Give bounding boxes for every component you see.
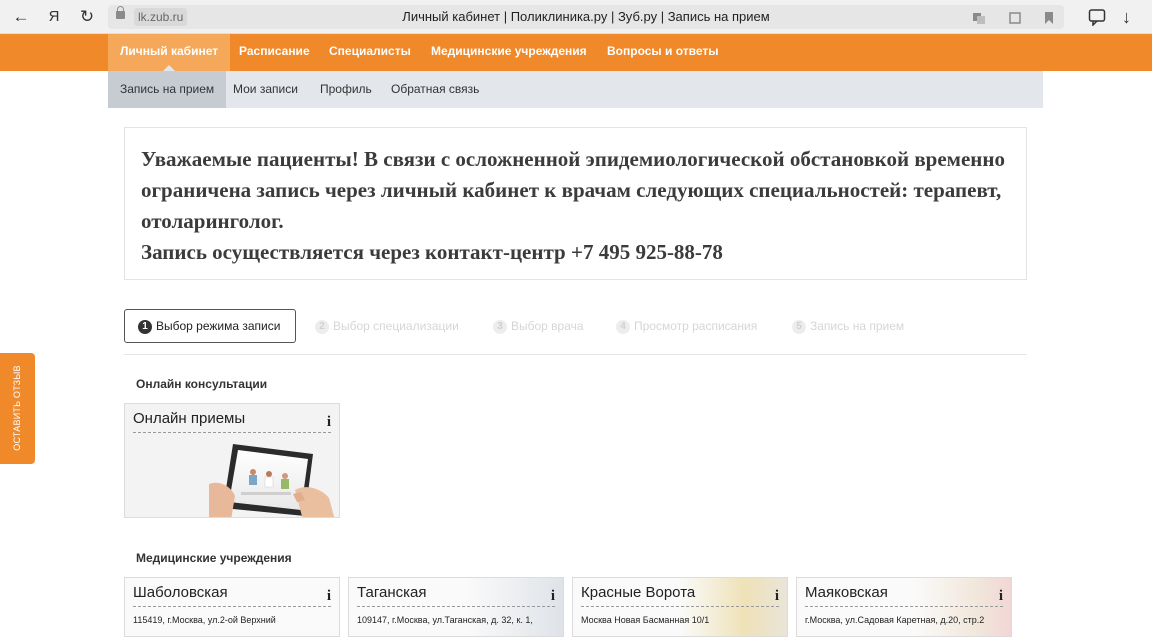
clinic-name: Красные Ворота xyxy=(581,584,779,607)
clinic-name: Таганская xyxy=(357,584,555,607)
info-icon[interactable]: i xyxy=(999,588,1003,605)
step-number: 5 xyxy=(792,319,806,334)
notice-contact: Запись осуществляется через контакт-цент… xyxy=(141,240,723,264)
step-label: Выбор специализации xyxy=(333,319,459,333)
step-number: 3 xyxy=(493,319,507,334)
address-bar[interactable]: lk.zub.ru Личный кабинет | Поликлиника.р… xyxy=(108,5,1064,29)
section-title-institutions: Медицинские учреждения xyxy=(136,551,292,565)
nav-schedule[interactable]: Расписание xyxy=(239,34,310,71)
online-appointments-tile[interactable]: Онлайн приемы i xyxy=(124,403,340,518)
tablet-illustration xyxy=(209,444,335,517)
main-nav: Личный кабинет Расписание Специалисты Ме… xyxy=(0,34,1152,71)
clinic-tile[interactable]: Красные Ворота i Москва Новая Басманная … xyxy=(572,577,788,637)
tab-profile[interactable]: Профиль xyxy=(320,71,372,108)
step-label: Выбор режима записи xyxy=(156,319,281,333)
step-doctor: 3 Выбор врача xyxy=(493,318,584,334)
nav-specialists[interactable]: Специалисты xyxy=(329,34,411,71)
steps-divider xyxy=(124,354,1027,355)
clinic-address: 115419, г.Москва, ул.2-ой Верхний xyxy=(133,615,276,625)
clinic-address: Москва Новая Басманная 10/1 xyxy=(581,615,710,625)
step-number: 2 xyxy=(315,319,329,334)
clinic-name: Шаболовская xyxy=(133,584,331,607)
clinic-tile[interactable]: Шаболовская i 115419, г.Москва, ул.2-ой … xyxy=(124,577,340,637)
step-schedule: 4 Просмотр расписания xyxy=(616,318,757,334)
yandex-icon[interactable]: Я xyxy=(43,5,65,29)
translate-icon[interactable] xyxy=(973,12,986,24)
step-label: Выбор врача xyxy=(511,319,584,333)
sub-nav: Запись на прием Мои записи Профиль Обрат… xyxy=(108,71,1043,108)
page-title: Личный кабинет | Поликлиника.ру | Зуб.ру… xyxy=(402,9,770,24)
download-icon[interactable]: ↓ xyxy=(1122,5,1131,29)
step-label: Просмотр расписания xyxy=(634,319,758,333)
info-icon[interactable]: i xyxy=(327,414,331,431)
nav-medical-institutions[interactable]: Медицинские учреждения xyxy=(431,34,587,71)
step-specialization: 2 Выбор специализации xyxy=(315,318,459,334)
bookmark-icon[interactable] xyxy=(1044,11,1054,24)
reader-icon[interactable] xyxy=(1008,12,1021,24)
section-title-online: Онлайн консультации xyxy=(136,377,268,391)
clinic-address: 109147, г.Москва, ул.Таганская, д. 32, к… xyxy=(357,615,533,625)
step-number: 4 xyxy=(616,319,630,334)
step-booking: 5 Запись на прием xyxy=(792,318,904,334)
tab-my-records[interactable]: Мои записи xyxy=(233,71,298,108)
step-label: Запись на прием xyxy=(810,319,905,333)
tile-title: Онлайн приемы xyxy=(133,410,331,433)
reload-icon[interactable]: ↻ xyxy=(76,5,98,29)
clinic-tile[interactable]: Таганская i 109147, г.Москва, ул.Таганск… xyxy=(348,577,564,637)
info-icon[interactable]: i xyxy=(551,588,555,605)
notice-box: Уважаемые пациенты! В связи с осложненно… xyxy=(124,127,1027,280)
tab-feedback[interactable]: Обратная связь xyxy=(391,71,479,108)
notice-text: Уважаемые пациенты! В связи с осложненно… xyxy=(141,147,1005,233)
chat-icon[interactable] xyxy=(1088,5,1106,29)
nav-personal-cabinet[interactable]: Личный кабинет xyxy=(108,34,231,71)
step-select-mode[interactable]: 1 Выбор режима записи xyxy=(124,309,296,343)
clinic-name: Маяковская xyxy=(805,584,1003,607)
feedback-label: ОСТАВИТЬ ОТЗЫВ xyxy=(12,365,22,451)
back-arrow-icon[interactable]: ← xyxy=(10,5,32,29)
feedback-tab[interactable]: ОСТАВИТЬ ОТЗЫВ xyxy=(0,353,35,464)
info-icon[interactable]: i xyxy=(327,588,331,605)
tab-appointment[interactable]: Запись на прием xyxy=(108,71,227,108)
address-bar-icons xyxy=(973,5,1054,29)
step-number: 1 xyxy=(138,319,152,334)
clinic-address: г.Москва, ул.Садовая Каретная, д.20, стр… xyxy=(805,615,985,625)
info-icon[interactable]: i xyxy=(775,588,779,605)
nav-faq[interactable]: Вопросы и ответы xyxy=(607,34,718,71)
clinic-tile[interactable]: Маяковская i г.Москва, ул.Садовая Каретн… xyxy=(796,577,1012,637)
browser-toolbar: ← Я ↻ lk.zub.ru Личный кабинет | Поликли… xyxy=(0,0,1152,34)
